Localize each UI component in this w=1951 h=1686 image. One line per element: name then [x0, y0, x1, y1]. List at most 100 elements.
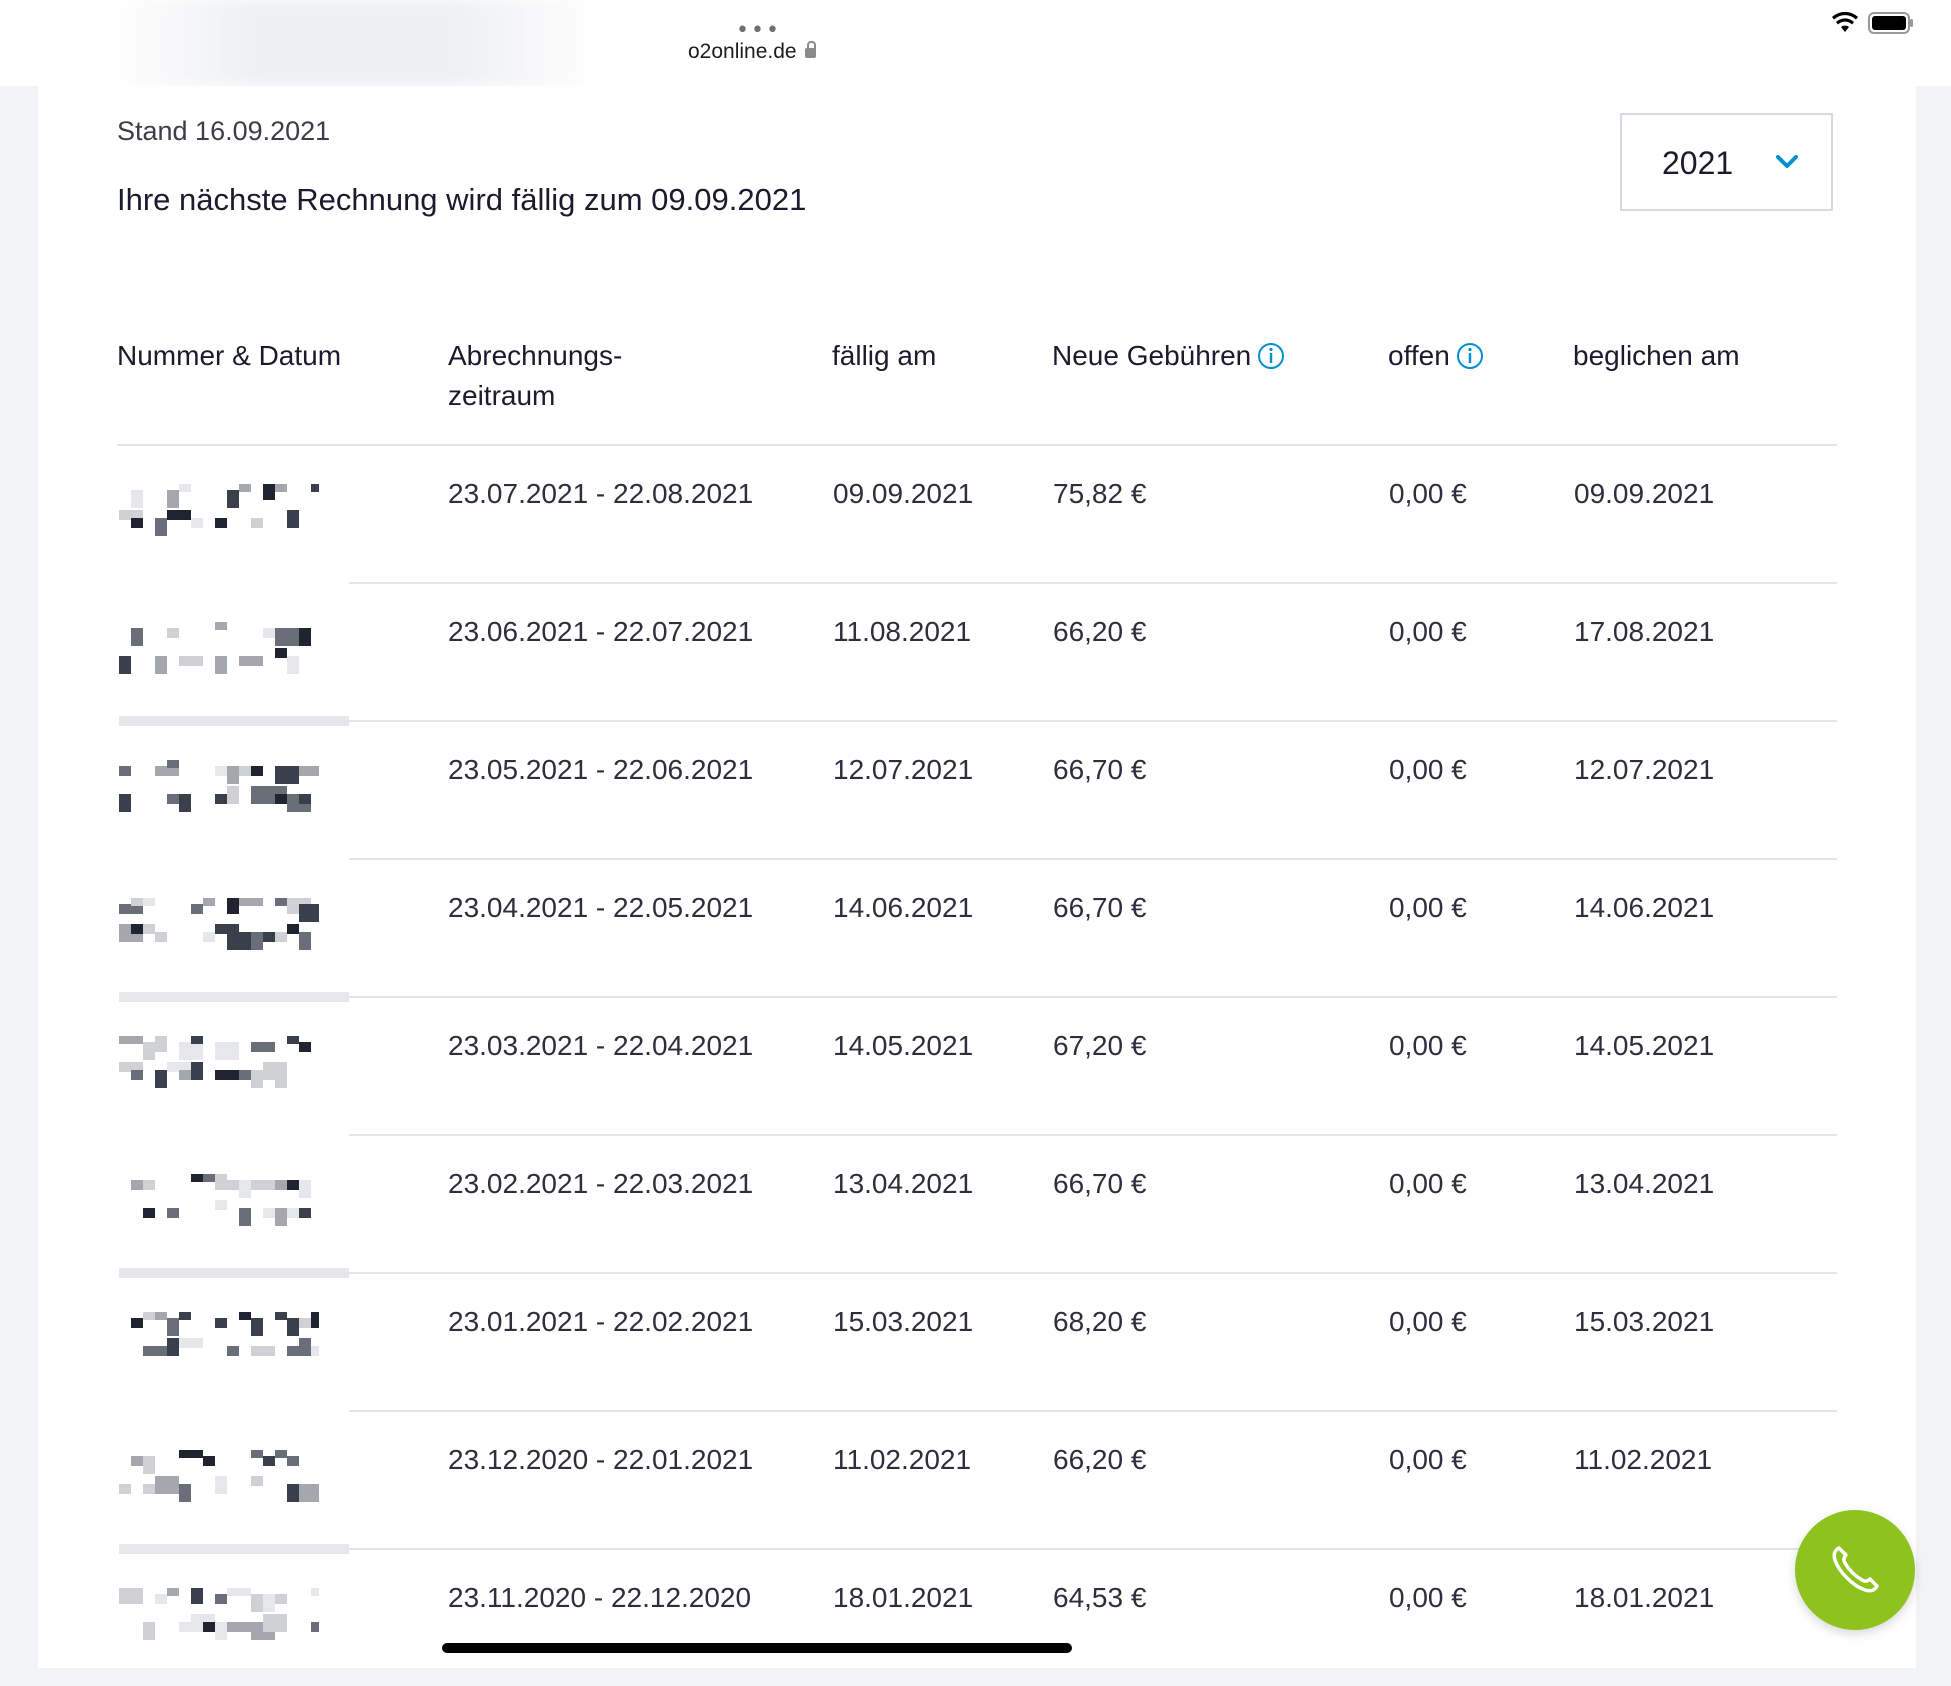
chevron-down-icon — [1776, 155, 1798, 168]
year-select-value: 2021 — [1662, 145, 1734, 181]
redacted-invoice-number[interactable] — [119, 1450, 319, 1514]
new-charges: 75,82 € — [1053, 478, 1147, 509]
row-divider — [117, 444, 1837, 446]
col-header-number-date: Nummer & Datum — [117, 340, 342, 371]
billing-period: 23.07.2021 - 22.08.2021 — [448, 478, 754, 509]
paid-date: 11.02.2021 — [1574, 1444, 1713, 1475]
new-charges: 66,70 € — [1053, 754, 1147, 785]
redacted-invoice-number[interactable] — [119, 760, 319, 824]
redacted-invoice-number[interactable] — [119, 622, 319, 686]
row-separator-bar — [119, 716, 349, 726]
call-button[interactable] — [1795, 1510, 1915, 1630]
row-divider — [349, 1548, 1837, 1550]
row-divider — [349, 996, 1837, 998]
row-divider — [349, 1410, 1837, 1412]
redacted-invoice-number[interactable] — [119, 898, 319, 962]
billing-period: 23.01.2021 - 22.02.2021 — [448, 1306, 754, 1337]
new-charges: 66,20 € — [1053, 616, 1147, 647]
new-charges: 66,70 € — [1053, 1168, 1147, 1199]
col-header-new-charges: Neue Gebühren — [1052, 336, 1285, 376]
table-header: Nummer & Datum Abrechnungs- zeitraum fäl… — [117, 336, 1837, 446]
billing-period: 23.05.2021 - 22.06.2021 — [448, 754, 754, 785]
open-amount: 0,00 € — [1389, 892, 1467, 923]
redacted-invoice-number[interactable] — [119, 1036, 319, 1100]
next-bill-notice: Ihre nächste Rechnung wird fällig zum 09… — [117, 182, 807, 217]
table-row[interactable]: 23.04.2021 - 22.05.2021 14.06.2021 66,70 €… — [38, 858, 1916, 996]
due-date: 14.05.2021 — [833, 1030, 974, 1061]
row-divider — [349, 1272, 1837, 1274]
due-date: 11.02.2021 — [833, 1444, 972, 1475]
table-row[interactable]: 23.05.2021 - 22.06.2021 12.07.2021 66,70 €… — [38, 716, 1916, 858]
col-header-period-line1: Abrechnungs- — [448, 340, 623, 371]
row-separator-bar — [119, 992, 349, 1002]
open-amount: 0,00 € — [1389, 754, 1467, 785]
billing-period: 23.02.2021 - 22.03.2021 — [448, 1168, 754, 1199]
paid-date: 18.01.2021 — [1574, 1582, 1715, 1613]
row-separator-bar — [119, 1268, 349, 1278]
open-amount: 0,00 € — [1389, 1444, 1467, 1475]
col-header-due: fällig am — [832, 340, 937, 371]
col-header-open-label: offen — [1388, 340, 1450, 371]
info-icon[interactable] — [1257, 342, 1285, 370]
browser-status-bar: ••• o2online.de — [0, 0, 1951, 86]
due-date: 13.04.2021 — [833, 1168, 974, 1199]
table-row[interactable]: 23.07.2021 - 22.08.2021 09.09.2021 75,82 €… — [38, 444, 1916, 582]
due-date: 18.01.2021 — [833, 1582, 974, 1613]
open-amount: 0,00 € — [1389, 1168, 1467, 1199]
open-amount: 0,00 € — [1389, 478, 1467, 509]
billing-period: 23.12.2020 - 22.01.2021 — [448, 1444, 754, 1475]
table-row[interactable]: 23.11.2020 - 22.12.2020 18.01.2021 64,53 €… — [38, 1544, 1916, 1686]
open-amount: 0,00 € — [1389, 1582, 1467, 1613]
lock-icon — [804, 41, 816, 58]
paid-date: 14.06.2021 — [1574, 892, 1715, 923]
open-amount: 0,00 € — [1389, 616, 1467, 647]
info-icon[interactable] — [1456, 342, 1484, 370]
open-amount: 0,00 € — [1389, 1030, 1467, 1061]
phone-icon — [1832, 1546, 1879, 1593]
table-row[interactable]: 23.06.2021 - 22.07.2021 11.08.2021 66,20 €… — [38, 582, 1916, 720]
billing-period: 23.06.2021 - 22.07.2021 — [448, 616, 754, 647]
due-date: 11.08.2021 — [833, 616, 972, 647]
due-date: 14.06.2021 — [833, 892, 974, 923]
new-charges: 66,20 € — [1053, 1444, 1147, 1475]
paid-date: 09.09.2021 — [1574, 478, 1715, 509]
invoice-card: Stand 16.09.2021 Ihre nächste Rechnung w… — [38, 86, 1916, 1668]
year-select[interactable]: 2021 — [1620, 113, 1833, 211]
billing-period: 23.11.2020 - 22.12.2020 — [448, 1582, 752, 1613]
wifi-icon — [1832, 12, 1858, 32]
paid-date: 12.07.2021 — [1574, 754, 1715, 785]
new-charges: 67,20 € — [1053, 1030, 1147, 1061]
paid-date: 13.04.2021 — [1574, 1168, 1715, 1199]
row-divider — [349, 582, 1837, 584]
table-row[interactable]: 23.03.2021 - 22.04.2021 14.05.2021 67,20 €… — [38, 992, 1916, 1134]
col-header-period: Abrechnungs- zeitraum — [448, 336, 648, 416]
battery-icon — [1868, 12, 1913, 34]
home-indicator — [442, 1643, 1072, 1653]
col-header-new-charges-label: Neue Gebühren — [1052, 340, 1252, 371]
table-row[interactable]: 23.02.2021 - 22.03.2021 13.04.2021 66,70 €… — [38, 1134, 1916, 1272]
table-row[interactable]: 23.01.2021 - 22.02.2021 15.03.2021 68,20 €… — [38, 1268, 1916, 1410]
open-amount: 0,00 € — [1389, 1306, 1467, 1337]
due-date: 09.09.2021 — [833, 478, 974, 509]
row-divider — [349, 720, 1837, 722]
paid-date: 17.08.2021 — [1574, 616, 1715, 647]
row-separator-bar — [119, 1544, 349, 1554]
status-date: Stand 16.09.2021 — [117, 116, 331, 146]
blurred-area — [105, 0, 605, 86]
col-header-open: offen — [1388, 336, 1484, 376]
new-charges: 66,70 € — [1053, 892, 1147, 923]
row-divider — [349, 1134, 1837, 1136]
redacted-invoice-number[interactable] — [119, 1174, 319, 1238]
row-divider — [349, 858, 1837, 860]
col-header-paid: beglichen am — [1573, 340, 1740, 371]
paid-date: 15.03.2021 — [1574, 1306, 1715, 1337]
url-text: o2online.de — [688, 40, 797, 63]
paid-date: 14.05.2021 — [1574, 1030, 1715, 1061]
redacted-invoice-number[interactable] — [119, 1312, 319, 1376]
new-charges: 64,53 € — [1053, 1582, 1147, 1613]
url-bar[interactable]: o2online.de — [688, 40, 816, 64]
table-row[interactable]: 23.12.2020 - 22.01.2021 11.02.2021 66,20 €… — [38, 1410, 1916, 1548]
redacted-invoice-number[interactable] — [119, 484, 319, 548]
redacted-invoice-number[interactable] — [119, 1588, 319, 1652]
due-date: 12.07.2021 — [833, 754, 974, 785]
